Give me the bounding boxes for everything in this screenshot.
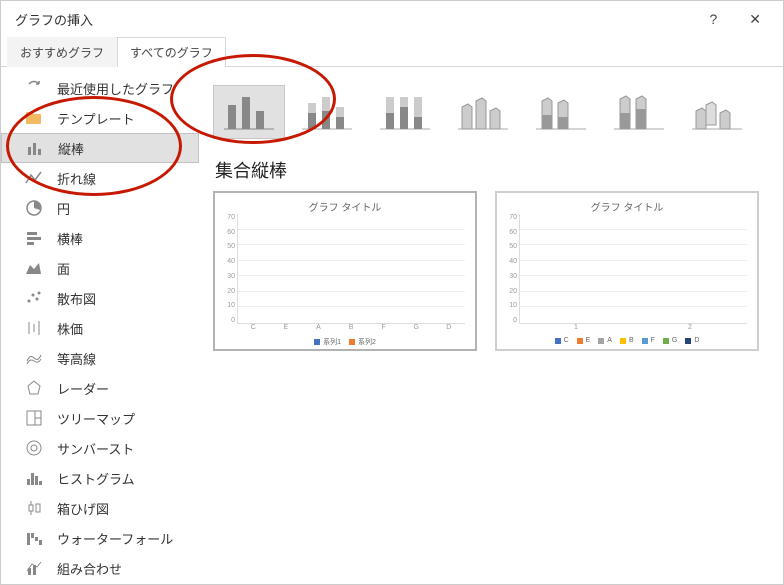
stock-chart-icon <box>25 319 43 337</box>
help-button[interactable]: ? <box>709 11 717 27</box>
sidebar-item-histogram[interactable]: ヒストグラム <box>1 463 199 493</box>
sidebar-item-combo[interactable]: 組み合わせ <box>1 553 199 583</box>
sidebar-item-scatter[interactable]: 散布図 <box>1 283 199 313</box>
radar-chart-icon <box>25 379 43 397</box>
close-button[interactable]: ✕ <box>741 7 769 32</box>
combo-chart-icon <box>25 559 43 577</box>
line-chart-icon <box>25 169 43 187</box>
tab-all-charts[interactable]: すべてのグラフ <box>117 37 226 67</box>
y-axis: 706050403020100 <box>501 214 519 324</box>
waterfall-chart-icon <box>25 529 43 547</box>
subtype-title: 集合縦棒 <box>215 157 769 183</box>
subtype-clustered-column[interactable] <box>213 85 285 139</box>
dialog-title: グラフの挿入 <box>15 10 93 29</box>
sidebar-item-treemap[interactable]: ツリーマップ <box>1 403 199 433</box>
subtype-stacked-column[interactable] <box>291 85 363 139</box>
folder-icon <box>25 109 43 127</box>
treemap-chart-icon <box>25 409 43 427</box>
legend: 系列1系列2 <box>215 337 475 347</box>
subtype-3d-100stacked[interactable] <box>603 85 675 139</box>
subtype-3d-clustered[interactable] <box>447 85 519 139</box>
subtype-3d-column[interactable] <box>681 85 753 139</box>
subtype-100stacked-column[interactable] <box>369 85 441 139</box>
bar-chart-icon <box>25 229 43 247</box>
sidebar-item-column[interactable]: 縦棒 <box>1 133 199 163</box>
surface-chart-icon <box>25 349 43 367</box>
chart-category-list: 最近使用したグラフ テンプレート 縦棒 折れ線 円 横棒 面 散布図 <box>1 67 199 584</box>
sidebar-item-boxwhisker[interactable]: 箱ひげ図 <box>1 493 199 523</box>
sidebar-item-line[interactable]: 折れ線 <box>1 163 199 193</box>
sidebar-item-pie[interactable]: 円 <box>1 193 199 223</box>
content-area: 集合縦棒 グラフ タイトル 706050403020100 CEABFGD 系列… <box>199 67 783 584</box>
column-chart-icon <box>26 139 44 157</box>
sidebar-item-templates[interactable]: テンプレート <box>1 103 199 133</box>
x-axis: 12 <box>497 324 757 331</box>
sunburst-chart-icon <box>25 439 43 457</box>
chart-subtype-row <box>213 77 769 147</box>
sidebar-item-surface[interactable]: 等高線 <box>1 343 199 373</box>
sidebar-item-area[interactable]: 面 <box>1 253 199 283</box>
sidebar-item-radar[interactable]: レーダー <box>1 373 199 403</box>
sidebar-item-stock[interactable]: 株価 <box>1 313 199 343</box>
sidebar-item-bar[interactable]: 横棒 <box>1 223 199 253</box>
sidebar-item-recent[interactable]: 最近使用したグラフ <box>1 73 199 103</box>
y-axis: 706050403020100 <box>219 214 237 324</box>
sidebar-item-waterfall[interactable]: ウォーターフォール <box>1 523 199 553</box>
pie-chart-icon <box>25 199 43 217</box>
x-axis: CEABFGD <box>215 324 475 331</box>
scatter-chart-icon <box>25 289 43 307</box>
legend: CEABFGD <box>497 337 757 344</box>
recent-icon <box>25 79 43 97</box>
sidebar-item-sunburst[interactable]: サンバースト <box>1 433 199 463</box>
area-chart-icon <box>25 259 43 277</box>
subtype-3d-stacked[interactable] <box>525 85 597 139</box>
chart-preview-1[interactable]: グラフ タイトル 706050403020100 CEABFGD 系列1系列2 <box>213 191 477 351</box>
histogram-chart-icon <box>25 469 43 487</box>
tab-recommended[interactable]: おすすめグラフ <box>7 37 117 67</box>
boxwhisker-chart-icon <box>25 499 43 517</box>
chart-preview-2[interactable]: グラフ タイトル 706050403020100 12 CEABFGD <box>495 191 759 351</box>
